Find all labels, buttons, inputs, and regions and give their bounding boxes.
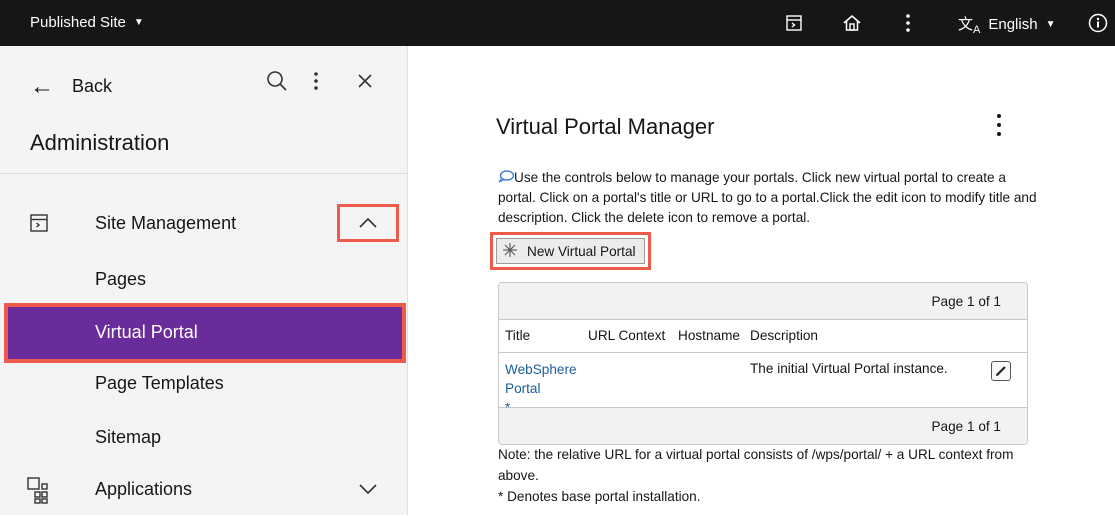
- arrow-left-icon: ←: [30, 72, 54, 100]
- top-bar: Published Site ▼ 文A English ▼: [0, 0, 1115, 46]
- sidebar-item-site-management[interactable]: Site Management: [0, 198, 407, 250]
- help-text-body: Use the controls below to manage your po…: [498, 170, 1037, 225]
- note-line-1: Note: the relative URL for a virtual por…: [498, 447, 1014, 483]
- language-label: English: [988, 16, 1038, 33]
- info-icon[interactable]: [1085, 10, 1111, 36]
- kebab-icon[interactable]: [996, 112, 1010, 142]
- new-virtual-portal-button[interactable]: New Virtual Portal: [496, 238, 645, 264]
- column-header-title: Title: [505, 328, 531, 343]
- page-title: Virtual Portal Manager: [496, 114, 715, 139]
- help-text: Use the controls below to manage your po…: [498, 168, 1038, 228]
- sidebar-item-label: Pages: [95, 269, 147, 289]
- sparkle-icon: [503, 242, 517, 260]
- site-panel-icon[interactable]: [781, 10, 807, 36]
- translate-icon: 文A: [958, 16, 981, 36]
- note-line-2: * Denotes base portal installation.: [498, 489, 701, 504]
- main-content: Virtual Portal Manager Use the controls …: [408, 46, 1115, 515]
- sidebar-item-label: Site Management: [95, 213, 237, 233]
- sidebar-item-sitemap[interactable]: Sitemap: [0, 412, 407, 464]
- kebab-icon[interactable]: [895, 10, 921, 36]
- new-virtual-portal-label: New Virtual Portal: [527, 243, 636, 259]
- chevron-down-icon[interactable]: [337, 470, 399, 508]
- pager-bottom: Page 1 of 1: [499, 408, 1027, 444]
- back-button[interactable]: ← Back: [30, 72, 113, 100]
- applications-grid-icon: [26, 476, 54, 504]
- site-panel-icon: [28, 212, 50, 234]
- site-selector[interactable]: Published Site ▼: [30, 14, 144, 31]
- edit-icon[interactable]: [991, 361, 1011, 381]
- column-header-description: Description: [750, 328, 818, 343]
- pager-top: Page 1 of 1: [499, 283, 1027, 319]
- sidebar-item-label: Sitemap: [95, 427, 162, 447]
- sidebar-item-applications[interactable]: Applications: [0, 464, 407, 516]
- chevron-up-icon[interactable]: [337, 204, 399, 242]
- sidebar-item-pages[interactable]: Pages: [0, 254, 407, 306]
- portal-description: The initial Virtual Portal instance.: [750, 361, 948, 376]
- divider: [0, 173, 407, 174]
- note-text: Note: the relative URL for a virtual por…: [498, 444, 1038, 507]
- column-header-hostname: Hostname: [678, 328, 740, 343]
- speech-bubble-icon: [498, 169, 515, 183]
- sidebar-item-label: Page Templates: [95, 373, 224, 393]
- sidebar: ← Back Administration Site Management Pa…: [0, 46, 408, 515]
- virtual-portal-table: Page 1 of 1 Title URL Context Hostname D…: [498, 282, 1028, 445]
- sidebar-item-label: Applications: [95, 479, 193, 499]
- portal-title-line-1: WebSphere: [505, 362, 577, 377]
- site-selector-label: Published Site: [30, 14, 126, 31]
- sidebar-title: Administration: [30, 130, 170, 155]
- new-virtual-portal-highlight: New Virtual Portal: [490, 232, 651, 270]
- sidebar-item-page-templates[interactable]: Page Templates: [0, 358, 407, 410]
- close-icon[interactable]: [354, 66, 376, 96]
- caret-down-icon: ▼: [133, 17, 144, 28]
- language-selector[interactable]: 文A English ▼: [958, 13, 1055, 36]
- kebab-icon[interactable]: [308, 66, 324, 96]
- caret-down-icon: ▼: [1045, 19, 1056, 30]
- portal-title-line-2: Portal *: [505, 381, 541, 415]
- column-header-url-context: URL Context: [588, 328, 666, 343]
- home-icon[interactable]: [839, 10, 865, 36]
- sidebar-item-virtual-portal[interactable]: Virtual Portal: [4, 303, 406, 363]
- back-label: Back: [72, 76, 113, 96]
- sidebar-item-label: Virtual Portal: [95, 322, 198, 342]
- search-icon[interactable]: [262, 66, 292, 96]
- table-header: Title URL Context Hostname Description: [499, 319, 1027, 353]
- table-row: WebSphere Portal * The initial Virtual P…: [499, 353, 1027, 415]
